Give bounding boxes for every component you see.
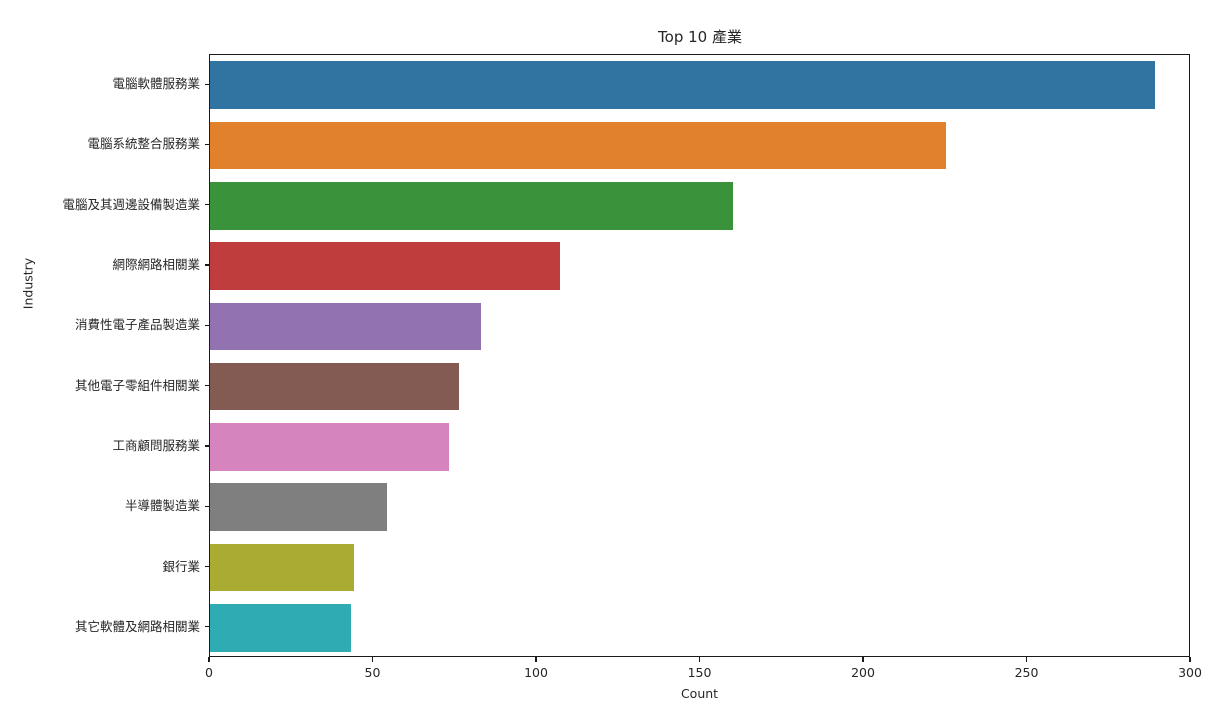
bar[interactable]	[210, 483, 387, 532]
bar-row	[210, 236, 1189, 296]
y-tick-label: 電腦軟體服務業	[112, 76, 200, 92]
y-tick-mark	[204, 324, 209, 326]
x-tick-label: 50	[364, 665, 381, 680]
chart-title: Top 10 產業	[658, 28, 742, 46]
bar[interactable]	[210, 423, 449, 471]
y-tick-label: 其它軟體及網路相關業	[74, 618, 200, 634]
bar[interactable]	[210, 61, 1156, 109]
y-tick-label: 工商顧問服務業	[112, 437, 200, 453]
bar[interactable]	[210, 121, 946, 170]
y-tick-mark	[204, 385, 209, 387]
y-tick-label: 其他電子零組件相關業	[74, 377, 200, 393]
bar-row	[210, 296, 1189, 356]
y-tick-label: 半導體製造業	[124, 498, 200, 514]
y-tick-mark	[204, 264, 209, 266]
x-tick-mark	[1025, 657, 1028, 662]
y-tick-label: 網際網路相關業	[112, 257, 200, 273]
x-tick-label: 250	[1014, 665, 1039, 680]
bar-row	[210, 598, 1189, 656]
x-tick-label: 150	[687, 665, 712, 680]
bar-row	[210, 537, 1189, 597]
y-tick-mark	[204, 505, 209, 507]
bar-row	[210, 176, 1189, 236]
x-tick-mark	[698, 657, 701, 662]
plot-area	[209, 54, 1190, 657]
y-tick-label: 電腦系統整合服務業	[87, 136, 200, 152]
x-tick-mark	[1189, 657, 1191, 662]
y-tick-mark	[204, 445, 209, 447]
bar-row	[210, 357, 1189, 417]
y-tick-mark	[204, 143, 209, 146]
bar-row	[210, 115, 1189, 175]
bar[interactable]	[210, 302, 482, 351]
x-tick-mark	[862, 657, 864, 662]
y-tick-mark	[204, 83, 209, 85]
bar-row	[210, 417, 1189, 477]
bar-chart-figure: Top 10 產業 Industry 電腦軟體服務業電腦系統整合服務業電腦及其週…	[0, 0, 1228, 721]
y-axis-label: Industry	[20, 257, 36, 310]
y-tick-label: 銀行業	[162, 558, 200, 574]
y-tick-mark	[204, 626, 209, 628]
y-tick-label: 消費性電子產品製造業	[74, 317, 200, 333]
x-tick-label: 200	[851, 665, 875, 680]
bar-row	[210, 477, 1189, 537]
bar[interactable]	[210, 181, 734, 230]
x-tick-mark	[371, 657, 374, 662]
bar[interactable]	[210, 604, 351, 652]
y-tick-mark	[204, 204, 209, 206]
x-tick-label: 300	[1178, 665, 1202, 680]
bar[interactable]	[210, 543, 354, 592]
x-tick-label: 100	[524, 665, 548, 680]
x-tick-mark	[535, 657, 537, 662]
y-tick-label: 電腦及其週邊設備製造業	[62, 196, 200, 212]
x-axis-label: Count	[680, 686, 719, 701]
bar[interactable]	[210, 242, 560, 290]
y-tick-mark	[204, 565, 209, 568]
bar[interactable]	[210, 362, 459, 411]
bar-row	[210, 55, 1189, 115]
x-tick-mark	[208, 657, 210, 662]
x-tick-label: 0	[205, 665, 213, 680]
